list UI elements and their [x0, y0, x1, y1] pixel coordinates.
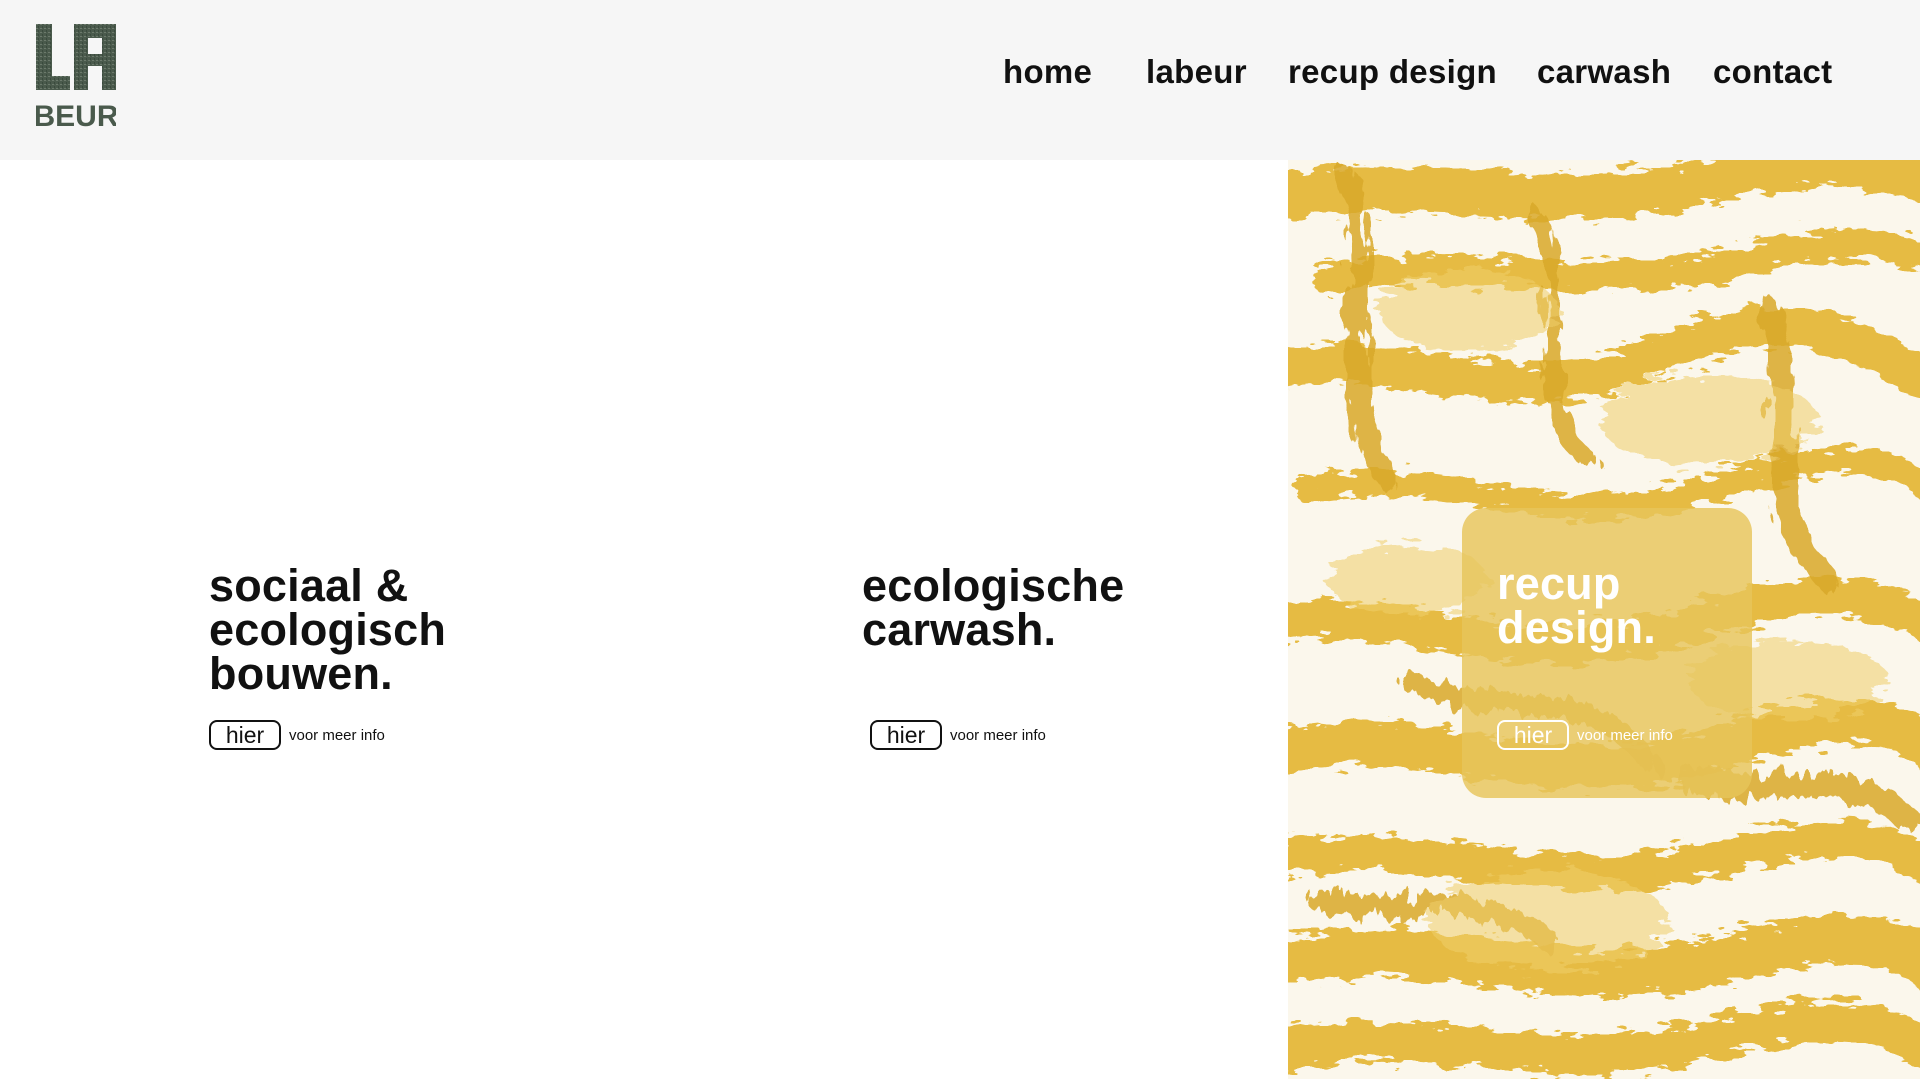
recup-design-card [1462, 508, 1752, 798]
logo-mark: BEUR [36, 24, 116, 130]
more-info-text: voor meer info [950, 726, 1046, 744]
nav-contact[interactable]: contact [1713, 52, 1832, 92]
nav-carwash[interactable]: carwash [1537, 52, 1671, 92]
more-info-row: hier voor meer info [1497, 720, 1673, 750]
hier-button[interactable]: hier [870, 720, 942, 750]
logo-text: BEUR [36, 100, 116, 130]
labeur-logo[interactable]: BEUR [36, 24, 116, 130]
hier-button[interactable]: hier [1497, 720, 1569, 750]
section-title: recup design. [1497, 558, 1656, 653]
section-carwash: ecologische carwash. [862, 560, 1125, 655]
more-info-text: voor meer info [1577, 726, 1673, 744]
site-header: BEUR home labeur recup design carwash co… [0, 0, 1920, 160]
section-title: ecologische carwash. [862, 560, 1125, 655]
section-recup-design: recup design. [1497, 558, 1656, 653]
more-info-row: hier voor meer info [870, 720, 1046, 750]
nav-home[interactable]: home [1003, 52, 1092, 92]
hier-button[interactable]: hier [209, 720, 281, 750]
nav-recup-design[interactable]: recup design [1288, 52, 1497, 92]
section-title: sociaal & ecologisch bouwen. [209, 560, 447, 699]
nav-labeur[interactable]: labeur [1146, 52, 1247, 92]
more-info-row: hier voor meer info [209, 720, 385, 750]
section-bouwen: sociaal & ecologisch bouwen. [209, 560, 447, 699]
more-info-text: voor meer info [289, 726, 385, 744]
